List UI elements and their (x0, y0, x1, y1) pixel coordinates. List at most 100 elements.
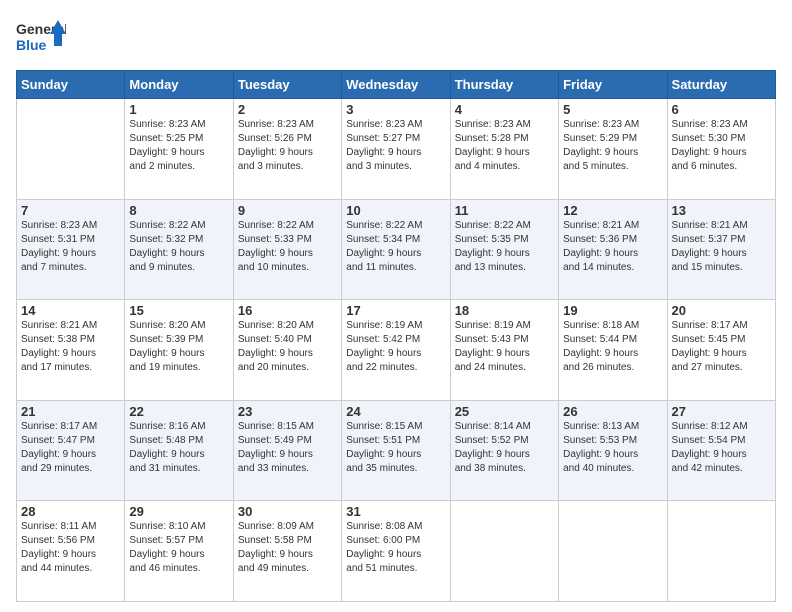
calendar-cell (667, 501, 775, 602)
day-info: Sunrise: 8:16 AM Sunset: 5:48 PM Dayligh… (129, 420, 228, 476)
day-number: 19 (563, 303, 662, 318)
calendar-cell: 7Sunrise: 8:23 AM Sunset: 5:31 PM Daylig… (17, 199, 125, 300)
calendar-cell: 12Sunrise: 8:21 AM Sunset: 5:36 PM Dayli… (559, 199, 667, 300)
calendar-cell: 19Sunrise: 8:18 AM Sunset: 5:44 PM Dayli… (559, 300, 667, 401)
day-number: 24 (346, 404, 445, 419)
calendar-cell: 4Sunrise: 8:23 AM Sunset: 5:28 PM Daylig… (450, 99, 558, 200)
week-row-1: 1Sunrise: 8:23 AM Sunset: 5:25 PM Daylig… (17, 99, 776, 200)
calendar-cell (17, 99, 125, 200)
day-info: Sunrise: 8:19 AM Sunset: 5:42 PM Dayligh… (346, 319, 445, 375)
day-info: Sunrise: 8:17 AM Sunset: 5:45 PM Dayligh… (672, 319, 771, 375)
day-info: Sunrise: 8:22 AM Sunset: 5:32 PM Dayligh… (129, 219, 228, 275)
day-info: Sunrise: 8:20 AM Sunset: 5:39 PM Dayligh… (129, 319, 228, 375)
day-info: Sunrise: 8:20 AM Sunset: 5:40 PM Dayligh… (238, 319, 337, 375)
calendar-cell: 2Sunrise: 8:23 AM Sunset: 5:26 PM Daylig… (233, 99, 341, 200)
day-number: 9 (238, 203, 337, 218)
day-number: 28 (21, 504, 120, 519)
day-number: 18 (455, 303, 554, 318)
week-row-5: 28Sunrise: 8:11 AM Sunset: 5:56 PM Dayli… (17, 501, 776, 602)
calendar-cell: 9Sunrise: 8:22 AM Sunset: 5:33 PM Daylig… (233, 199, 341, 300)
weekday-friday: Friday (559, 71, 667, 99)
calendar-cell: 6Sunrise: 8:23 AM Sunset: 5:30 PM Daylig… (667, 99, 775, 200)
calendar-cell: 25Sunrise: 8:14 AM Sunset: 5:52 PM Dayli… (450, 400, 558, 501)
day-number: 2 (238, 102, 337, 117)
calendar-cell: 16Sunrise: 8:20 AM Sunset: 5:40 PM Dayli… (233, 300, 341, 401)
weekday-wednesday: Wednesday (342, 71, 450, 99)
day-info: Sunrise: 8:21 AM Sunset: 5:37 PM Dayligh… (672, 219, 771, 275)
day-number: 6 (672, 102, 771, 117)
day-number: 3 (346, 102, 445, 117)
weekday-tuesday: Tuesday (233, 71, 341, 99)
day-number: 15 (129, 303, 228, 318)
calendar-cell (559, 501, 667, 602)
day-number: 13 (672, 203, 771, 218)
day-number: 20 (672, 303, 771, 318)
calendar-cell: 22Sunrise: 8:16 AM Sunset: 5:48 PM Dayli… (125, 400, 233, 501)
day-info: Sunrise: 8:15 AM Sunset: 5:51 PM Dayligh… (346, 420, 445, 476)
page: General Blue SundayMondayTuesdayWednesda… (0, 0, 792, 612)
day-info: Sunrise: 8:22 AM Sunset: 5:35 PM Dayligh… (455, 219, 554, 275)
calendar-cell: 23Sunrise: 8:15 AM Sunset: 5:49 PM Dayli… (233, 400, 341, 501)
day-info: Sunrise: 8:18 AM Sunset: 5:44 PM Dayligh… (563, 319, 662, 375)
day-info: Sunrise: 8:12 AM Sunset: 5:54 PM Dayligh… (672, 420, 771, 476)
calendar-cell: 5Sunrise: 8:23 AM Sunset: 5:29 PM Daylig… (559, 99, 667, 200)
calendar-cell: 14Sunrise: 8:21 AM Sunset: 5:38 PM Dayli… (17, 300, 125, 401)
weekday-header-row: SundayMondayTuesdayWednesdayThursdayFrid… (17, 71, 776, 99)
weekday-thursday: Thursday (450, 71, 558, 99)
calendar-cell: 11Sunrise: 8:22 AM Sunset: 5:35 PM Dayli… (450, 199, 558, 300)
svg-text:Blue: Blue (16, 37, 47, 53)
day-number: 7 (21, 203, 120, 218)
calendar-cell: 1Sunrise: 8:23 AM Sunset: 5:25 PM Daylig… (125, 99, 233, 200)
calendar-cell: 31Sunrise: 8:08 AM Sunset: 6:00 PM Dayli… (342, 501, 450, 602)
calendar-cell: 29Sunrise: 8:10 AM Sunset: 5:57 PM Dayli… (125, 501, 233, 602)
calendar-cell: 18Sunrise: 8:19 AM Sunset: 5:43 PM Dayli… (450, 300, 558, 401)
day-info: Sunrise: 8:23 AM Sunset: 5:26 PM Dayligh… (238, 118, 337, 174)
calendar-cell: 30Sunrise: 8:09 AM Sunset: 5:58 PM Dayli… (233, 501, 341, 602)
day-number: 26 (563, 404, 662, 419)
day-number: 8 (129, 203, 228, 218)
day-info: Sunrise: 8:22 AM Sunset: 5:33 PM Dayligh… (238, 219, 337, 275)
day-info: Sunrise: 8:08 AM Sunset: 6:00 PM Dayligh… (346, 520, 445, 576)
day-info: Sunrise: 8:15 AM Sunset: 5:49 PM Dayligh… (238, 420, 337, 476)
day-info: Sunrise: 8:17 AM Sunset: 5:47 PM Dayligh… (21, 420, 120, 476)
day-info: Sunrise: 8:23 AM Sunset: 5:25 PM Dayligh… (129, 118, 228, 174)
day-number: 1 (129, 102, 228, 117)
day-info: Sunrise: 8:14 AM Sunset: 5:52 PM Dayligh… (455, 420, 554, 476)
day-number: 12 (563, 203, 662, 218)
calendar-cell: 3Sunrise: 8:23 AM Sunset: 5:27 PM Daylig… (342, 99, 450, 200)
day-info: Sunrise: 8:22 AM Sunset: 5:34 PM Dayligh… (346, 219, 445, 275)
week-row-2: 7Sunrise: 8:23 AM Sunset: 5:31 PM Daylig… (17, 199, 776, 300)
day-info: Sunrise: 8:23 AM Sunset: 5:28 PM Dayligh… (455, 118, 554, 174)
week-row-3: 14Sunrise: 8:21 AM Sunset: 5:38 PM Dayli… (17, 300, 776, 401)
calendar-cell: 24Sunrise: 8:15 AM Sunset: 5:51 PM Dayli… (342, 400, 450, 501)
day-info: Sunrise: 8:23 AM Sunset: 5:31 PM Dayligh… (21, 219, 120, 275)
day-info: Sunrise: 8:21 AM Sunset: 5:36 PM Dayligh… (563, 219, 662, 275)
day-number: 16 (238, 303, 337, 318)
day-number: 5 (563, 102, 662, 117)
logo: General Blue (16, 16, 66, 60)
day-info: Sunrise: 8:11 AM Sunset: 5:56 PM Dayligh… (21, 520, 120, 576)
calendar-cell: 21Sunrise: 8:17 AM Sunset: 5:47 PM Dayli… (17, 400, 125, 501)
day-info: Sunrise: 8:23 AM Sunset: 5:29 PM Dayligh… (563, 118, 662, 174)
day-number: 17 (346, 303, 445, 318)
day-number: 21 (21, 404, 120, 419)
day-info: Sunrise: 8:23 AM Sunset: 5:27 PM Dayligh… (346, 118, 445, 174)
calendar-cell: 17Sunrise: 8:19 AM Sunset: 5:42 PM Dayli… (342, 300, 450, 401)
calendar-cell: 27Sunrise: 8:12 AM Sunset: 5:54 PM Dayli… (667, 400, 775, 501)
weekday-monday: Monday (125, 71, 233, 99)
day-info: Sunrise: 8:09 AM Sunset: 5:58 PM Dayligh… (238, 520, 337, 576)
day-info: Sunrise: 8:13 AM Sunset: 5:53 PM Dayligh… (563, 420, 662, 476)
calendar-cell: 13Sunrise: 8:21 AM Sunset: 5:37 PM Dayli… (667, 199, 775, 300)
calendar-cell (450, 501, 558, 602)
weekday-saturday: Saturday (667, 71, 775, 99)
day-info: Sunrise: 8:23 AM Sunset: 5:30 PM Dayligh… (672, 118, 771, 174)
day-number: 11 (455, 203, 554, 218)
day-number: 25 (455, 404, 554, 419)
calendar-cell: 26Sunrise: 8:13 AM Sunset: 5:53 PM Dayli… (559, 400, 667, 501)
day-info: Sunrise: 8:21 AM Sunset: 5:38 PM Dayligh… (21, 319, 120, 375)
calendar-table: SundayMondayTuesdayWednesdayThursdayFrid… (16, 70, 776, 602)
day-number: 22 (129, 404, 228, 419)
day-number: 10 (346, 203, 445, 218)
day-number: 23 (238, 404, 337, 419)
day-number: 29 (129, 504, 228, 519)
